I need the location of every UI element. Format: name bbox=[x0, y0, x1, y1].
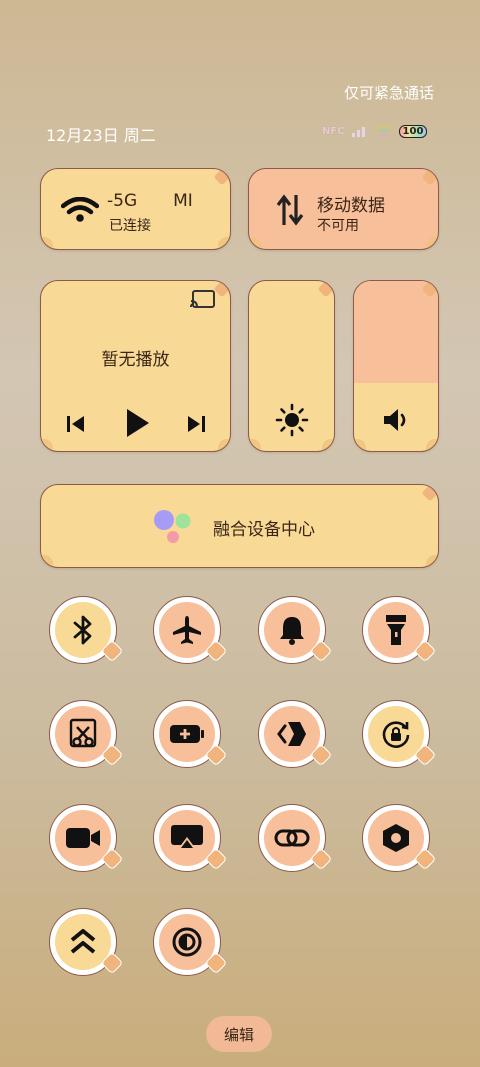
wifi-status: 已连接 bbox=[109, 218, 151, 234]
mobile-data-status: 不可用 bbox=[317, 218, 359, 234]
nearby-share-icon bbox=[276, 718, 308, 750]
screenshot-toggle[interactable] bbox=[49, 700, 124, 768]
device-center-title: 融合设备中心 bbox=[213, 520, 315, 540]
nearby-share-toggle[interactable] bbox=[258, 700, 333, 768]
edit-button-label: 编辑 bbox=[223, 1025, 254, 1044]
volume-slider[interactable] bbox=[353, 280, 439, 452]
wifi-status-icon bbox=[375, 124, 393, 138]
bell-icon bbox=[277, 614, 307, 646]
bluetooth-toggle[interactable] bbox=[49, 596, 124, 664]
performance-mode-toggle[interactable] bbox=[49, 908, 124, 976]
screen-record-toggle[interactable] bbox=[49, 804, 124, 872]
link-toggle[interactable] bbox=[258, 804, 333, 872]
rotation-lock-toggle[interactable] bbox=[362, 700, 437, 768]
brightness-slider[interactable] bbox=[248, 280, 335, 452]
airplane-icon bbox=[171, 614, 203, 646]
nfc-icon: NFC bbox=[322, 125, 345, 137]
device-center-icon bbox=[151, 507, 195, 545]
link-icon bbox=[274, 825, 310, 851]
edit-button[interactable]: 编辑 bbox=[206, 1016, 272, 1052]
signal-icon bbox=[351, 124, 369, 138]
screen-cast-toggle[interactable] bbox=[153, 804, 228, 872]
dark-mode-toggle[interactable] bbox=[153, 908, 228, 976]
wifi-tile[interactable]: -5G MI 已连接 bbox=[40, 168, 231, 250]
volume-level-fill bbox=[354, 281, 438, 383]
date-text: 12月23日 周二 bbox=[46, 126, 156, 145]
data-arrows-icon bbox=[275, 193, 305, 227]
media-title: 暂无播放 bbox=[101, 350, 170, 370]
airplane-mode-toggle[interactable] bbox=[153, 596, 228, 664]
performance-mode-icon bbox=[69, 927, 97, 957]
brightness-icon bbox=[275, 403, 309, 437]
battery-saver-toggle[interactable] bbox=[153, 700, 228, 768]
flashlight-icon bbox=[384, 613, 408, 647]
wifi-name-suffix: MI bbox=[173, 191, 193, 211]
status-icons: NFC 100 bbox=[322, 124, 428, 138]
screen-cast-icon bbox=[170, 823, 204, 853]
sound-toggle[interactable] bbox=[258, 596, 333, 664]
settings-hex-icon bbox=[381, 822, 411, 854]
previous-track-icon[interactable] bbox=[65, 413, 87, 435]
screenshot-scissors-icon bbox=[68, 718, 98, 750]
volume-icon bbox=[382, 405, 412, 435]
next-track-icon[interactable] bbox=[185, 413, 207, 435]
play-icon[interactable] bbox=[123, 407, 151, 439]
battery-icon: 100 bbox=[398, 124, 428, 138]
dark-mode-icon bbox=[171, 926, 203, 958]
device-center-tile[interactable]: 融合设备中心 bbox=[40, 484, 439, 568]
media-player-tile: 暂无播放 bbox=[40, 280, 231, 452]
wifi-icon bbox=[61, 197, 99, 223]
cast-icon[interactable] bbox=[190, 289, 216, 311]
bluetooth-icon bbox=[72, 614, 94, 646]
flashlight-toggle[interactable] bbox=[362, 596, 437, 664]
settings-toggle[interactable] bbox=[362, 804, 437, 872]
battery-saver-icon bbox=[169, 723, 205, 745]
rotation-lock-icon bbox=[380, 718, 412, 750]
wifi-name: 5G bbox=[113, 191, 138, 211]
emergency-call-text: 仅可紧急通话 bbox=[343, 84, 434, 102]
mobile-data-tile[interactable]: 移动数据 不可用 bbox=[248, 168, 439, 250]
mobile-data-title: 移动数据 bbox=[317, 196, 385, 216]
screen-record-icon bbox=[65, 826, 101, 850]
